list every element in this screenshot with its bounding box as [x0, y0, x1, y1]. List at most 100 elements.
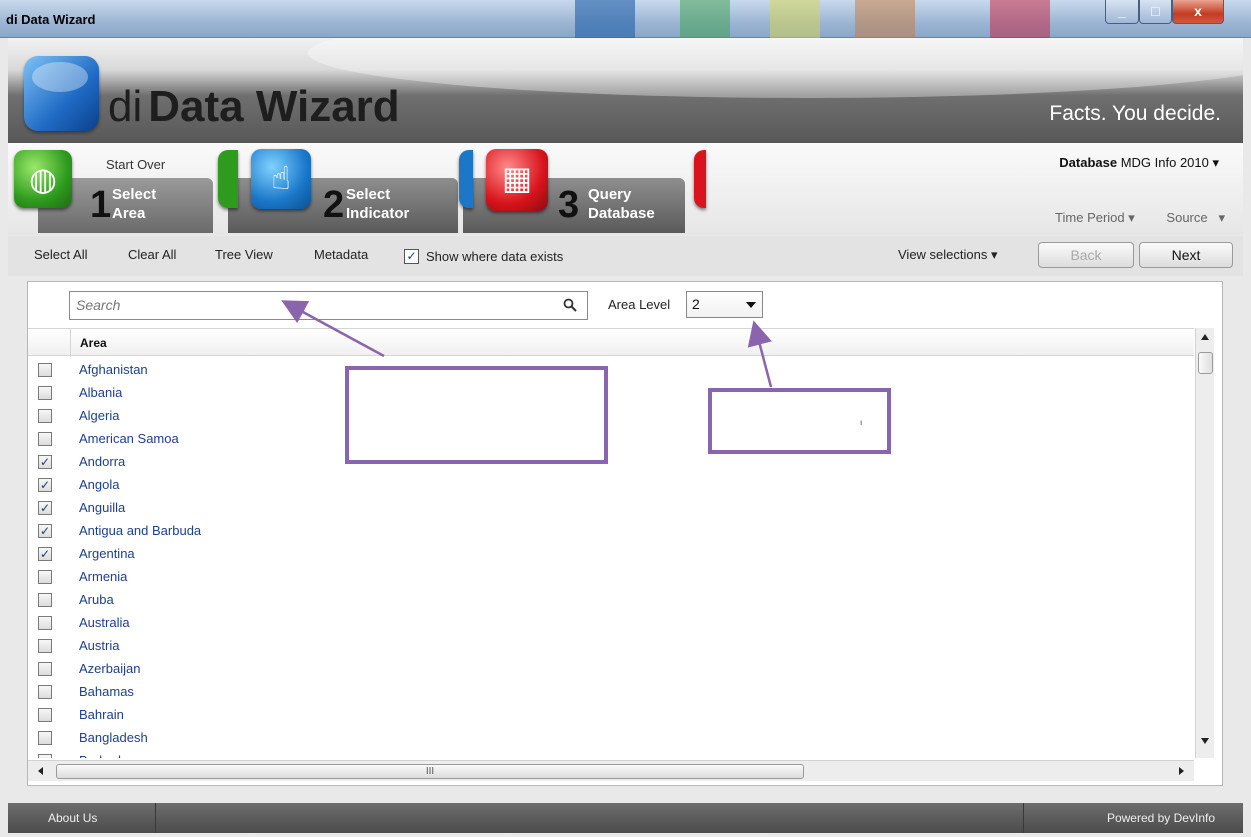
row-checkbox[interactable]: ✓: [38, 478, 52, 492]
row-checkbox[interactable]: [38, 593, 52, 607]
row-checkbox[interactable]: [38, 685, 52, 699]
list-item[interactable]: ✓ Antigua and Barbuda: [28, 519, 1194, 542]
list-item[interactable]: ✓ Andorra: [28, 450, 1194, 473]
area-toolbar: Select All Clear All Tree View Metadata …: [8, 236, 1243, 276]
area-name[interactable]: Australia: [79, 615, 130, 630]
pointing-hand-icon: ☝: [251, 149, 311, 209]
chevron-down-icon: [746, 302, 756, 308]
horizontal-scrollbar[interactable]: III: [28, 760, 1194, 781]
column-header-area[interactable]: Area: [80, 336, 107, 350]
maximize-button[interactable]: □: [1139, 0, 1172, 24]
view-selections-dropdown[interactable]: View selections ▾: [898, 247, 998, 263]
list-item[interactable]: Afghanistan: [28, 358, 1194, 381]
row-checkbox[interactable]: [38, 432, 52, 446]
row-checkbox[interactable]: [38, 386, 52, 400]
area-name[interactable]: Argentina: [79, 546, 135, 561]
list-item[interactable]: Bahamas: [28, 680, 1194, 703]
area-name[interactable]: Bahamas: [79, 684, 134, 699]
list-item[interactable]: Barbados: [28, 749, 1194, 758]
row-checkbox[interactable]: [38, 570, 52, 584]
database-selector[interactable]: Database MDG Info 2010 ▾: [1059, 155, 1219, 171]
step-label: Select Area: [112, 186, 157, 222]
list-item[interactable]: Azerbaijan: [28, 657, 1194, 680]
area-name[interactable]: Barbados: [79, 753, 135, 758]
area-name[interactable]: Aruba: [79, 592, 114, 607]
area-name[interactable]: Armenia: [79, 569, 127, 584]
close-button[interactable]: x: [1172, 0, 1224, 24]
start-over-link[interactable]: Start Over: [106, 157, 165, 172]
area-name[interactable]: Antigua and Barbuda: [79, 523, 201, 538]
list-item[interactable]: Australia: [28, 611, 1194, 634]
row-checkbox[interactable]: [38, 754, 52, 758]
list-item[interactable]: ✓ Argentina: [28, 542, 1194, 565]
list-item[interactable]: American Samoa: [28, 427, 1194, 450]
vertical-scroll-thumb[interactable]: [1198, 352, 1213, 374]
list-item[interactable]: Armenia: [28, 565, 1194, 588]
row-checkbox[interactable]: ✓: [38, 455, 52, 469]
table-grid-icon: ▦: [486, 149, 548, 211]
app-title: di Data Wizard: [108, 82, 400, 131]
list-item[interactable]: Bangladesh: [28, 726, 1194, 749]
row-checkbox[interactable]: [38, 708, 52, 722]
row-checkbox[interactable]: [38, 409, 52, 423]
list-item[interactable]: Austria: [28, 634, 1194, 657]
area-name[interactable]: American Samoa: [79, 431, 179, 446]
window-title: di Data Wizard: [6, 12, 96, 27]
header-banner: di Data Wizard Facts. You decide.: [8, 38, 1243, 143]
row-checkbox[interactable]: [38, 639, 52, 653]
area-name[interactable]: Afghanistan: [79, 362, 148, 377]
list-item[interactable]: Bahrain: [28, 703, 1194, 726]
area-level-select[interactable]: 2: [686, 291, 763, 318]
search-input[interactable]: [76, 297, 546, 313]
back-button[interactable]: Back: [1038, 242, 1134, 268]
row-checkbox[interactable]: [38, 731, 52, 745]
row-checkbox[interactable]: ✓: [38, 501, 52, 515]
source-dropdown[interactable]: Source ▾: [1152, 210, 1225, 225]
time-period-dropdown[interactable]: Time Period ▾: [1041, 210, 1135, 225]
title-bar: di Data Wizard _ □ x: [0, 0, 1251, 38]
show-where-data-exists-label: Show where data exists: [426, 249, 564, 264]
scroll-left-icon[interactable]: [38, 767, 43, 775]
row-checkbox[interactable]: [38, 662, 52, 676]
tree-view-button[interactable]: Tree View: [215, 247, 273, 262]
list-item[interactable]: ✓ Angola: [28, 473, 1194, 496]
app-window: di Data Wizard _ □ x di Data Wizard Facts…: [0, 0, 1251, 837]
annotation-box-area-level: ı: [708, 388, 891, 454]
row-checkbox[interactable]: [38, 616, 52, 630]
globe-icon: ◍: [14, 150, 72, 208]
devinfo-logo: [24, 56, 99, 131]
list-item[interactable]: ✓ Anguilla: [28, 496, 1194, 519]
list-item[interactable]: Aruba: [28, 588, 1194, 611]
row-checkbox[interactable]: ✓: [38, 524, 52, 538]
scroll-right-icon[interactable]: [1179, 767, 1184, 775]
powered-by-label: Powered by DevInfo: [1023, 803, 1243, 833]
period-source-filters: Time Period ▾ Source ▾: [1027, 210, 1225, 226]
search-icon[interactable]: [563, 298, 577, 312]
clear-all-button[interactable]: Clear All: [128, 247, 176, 262]
area-name[interactable]: Bangladesh: [79, 730, 148, 745]
area-name[interactable]: Algeria: [79, 408, 119, 423]
vertical-scrollbar[interactable]: [1195, 328, 1214, 758]
grid-header: Area: [28, 328, 1194, 357]
next-button[interactable]: Next: [1139, 242, 1233, 268]
area-name[interactable]: Austria: [79, 638, 119, 653]
about-us-link[interactable]: About Us: [8, 803, 156, 833]
metadata-button[interactable]: Metadata: [314, 247, 368, 262]
area-name[interactable]: Albania: [79, 385, 122, 400]
area-name[interactable]: Angola: [79, 477, 119, 492]
horizontal-scroll-thumb[interactable]: III: [56, 764, 804, 779]
area-name[interactable]: Anguilla: [79, 500, 125, 515]
minimize-button[interactable]: _: [1105, 0, 1139, 24]
list-item[interactable]: Algeria: [28, 404, 1194, 427]
list-item[interactable]: Albania: [28, 381, 1194, 404]
row-checkbox[interactable]: [38, 363, 52, 377]
row-checkbox[interactable]: ✓: [38, 547, 52, 561]
area-name[interactable]: Andorra: [79, 454, 125, 469]
area-name[interactable]: Bahrain: [79, 707, 124, 722]
area-name[interactable]: Azerbaijan: [79, 661, 140, 676]
show-where-data-exists-checkbox[interactable]: ✓: [404, 249, 419, 264]
select-all-button[interactable]: Select All: [34, 247, 87, 262]
scroll-down-icon[interactable]: [1201, 738, 1209, 744]
step-number: 3: [558, 184, 580, 226]
scroll-up-icon[interactable]: [1201, 334, 1209, 340]
